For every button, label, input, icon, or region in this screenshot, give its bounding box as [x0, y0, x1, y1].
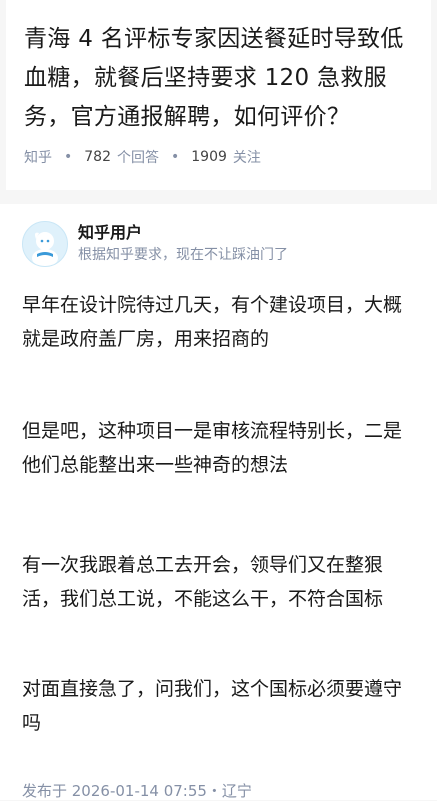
follower-count: 1909 [191, 149, 227, 165]
separator-dot: • [171, 149, 180, 165]
answer-paragraph: 但是吧，这种项目一是审核流程特别长，二是他们总能整出来一些神奇的想法 [22, 420, 403, 476]
author-headline: 根据知乎要求，现在不让踩油门了 [78, 247, 288, 263]
author-info: 知乎用户 根据知乎要求，现在不让踩油门了 [78, 222, 288, 266]
answer-paragraph: 对面直接急了，问我们，这个国标必须要遵守吗 [22, 678, 403, 734]
answer-author[interactable]: 知乎用户 根据知乎要求，现在不让踩油门了 [22, 218, 415, 270]
answer-card: 知乎用户 根据知乎要求，现在不让踩油门了 早年在设计院待过几天，有个建设项目，大… [0, 204, 437, 800]
answer-content: 早年在设计院待过几天，有个建设项目，大概就是政府盖厂房，用来招商的 但是吧，这种… [22, 288, 415, 740]
answer-paragraph: 有一次我跟着总工去开会，领导们又在整狠活，我们总工说，不能这么干，不符合国标 [22, 554, 384, 610]
follower-count-label: 关注 [232, 150, 261, 166]
default-user-avatar-icon[interactable] [22, 221, 68, 267]
answer-count-label: 个回答 [117, 150, 159, 166]
author-name[interactable]: 知乎用户 [78, 222, 288, 244]
source-label: 知乎 [24, 150, 52, 166]
question-meta: 知乎 • 782 个回答 • 1909 关注 [24, 147, 413, 167]
answer-count: 782 [84, 149, 111, 165]
answer-paragraph: 早年在设计院待过几天，有个建设项目，大概就是政府盖厂房，用来招商的 [22, 294, 403, 350]
question-card[interactable]: 青海 4 名评标专家因送餐延时导致低血糖，就餐后坚持要求 120 急救服务，官方… [6, 0, 431, 190]
card-gap [0, 190, 437, 204]
question-title[interactable]: 青海 4 名评标专家因送餐延时导致低血糖，就餐后坚持要求 120 急救服务，官方… [24, 20, 413, 137]
separator-dot: • [64, 149, 73, 165]
publish-info: 发布于 2026-01-14 07:55・辽宁 [22, 782, 252, 800]
